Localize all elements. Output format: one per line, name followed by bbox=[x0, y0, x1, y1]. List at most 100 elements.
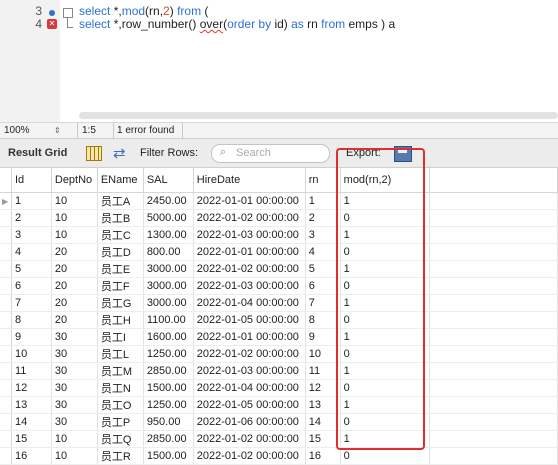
table-cell[interactable]: 2850.00 bbox=[143, 362, 194, 380]
table-cell[interactable]: 员工R bbox=[97, 447, 144, 465]
row-marker[interactable] bbox=[0, 209, 13, 227]
table-cell[interactable]: 0 bbox=[340, 209, 431, 227]
table-cell[interactable]: 1250.00 bbox=[143, 345, 194, 363]
table-cell[interactable]: 8 bbox=[11, 311, 52, 329]
table-cell[interactable]: 5 bbox=[11, 260, 52, 278]
table-cell[interactable]: 1 bbox=[340, 328, 431, 346]
row-marker[interactable] bbox=[0, 430, 13, 448]
table-cell[interactable]: 20 bbox=[51, 311, 98, 329]
table-cell[interactable]: 员工I bbox=[97, 328, 144, 346]
row-marker[interactable] bbox=[0, 447, 13, 465]
table-cell[interactable]: 16 bbox=[305, 447, 341, 465]
column-header[interactable]: SAL bbox=[143, 168, 194, 193]
column-header[interactable]: mod(rn,2) bbox=[340, 168, 431, 193]
table-cell[interactable]: 20 bbox=[51, 243, 98, 261]
row-marker[interactable] bbox=[0, 362, 13, 380]
row-marker[interactable] bbox=[0, 413, 13, 431]
table-cell[interactable]: 950.00 bbox=[143, 413, 194, 431]
row-marker[interactable] bbox=[0, 243, 13, 261]
table-cell[interactable]: 1 bbox=[340, 362, 431, 380]
row-marker[interactable] bbox=[0, 277, 13, 295]
table-cell[interactable]: 1250.00 bbox=[143, 396, 194, 414]
code-line-3[interactable]: select *,mod(rn,2) from ( bbox=[79, 4, 208, 18]
table-cell[interactable]: 2022-01-03 00:00:00 bbox=[193, 362, 306, 380]
table-cell[interactable]: 0 bbox=[340, 243, 431, 261]
table-cell[interactable]: 1 bbox=[340, 226, 431, 244]
table-cell[interactable]: 2022-01-02 00:00:00 bbox=[193, 209, 306, 227]
table-cell[interactable]: 14 bbox=[305, 413, 341, 431]
table-cell[interactable]: 员工N bbox=[97, 379, 144, 397]
table-cell[interactable]: 0 bbox=[340, 379, 431, 397]
table-cell[interactable]: 10 bbox=[51, 209, 98, 227]
table-cell[interactable]: 2450.00 bbox=[143, 192, 194, 210]
table-cell[interactable]: 1 bbox=[340, 294, 431, 312]
filter-search-box[interactable]: ⌕ bbox=[211, 144, 330, 163]
table-cell[interactable]: 12 bbox=[305, 379, 341, 397]
table-row[interactable]: 8 20 员工H 1100.00 2022-01-05 00:00:00 8 0 bbox=[0, 311, 558, 329]
table-cell[interactable]: 1 bbox=[305, 192, 341, 210]
table-cell[interactable]: 20 bbox=[51, 294, 98, 312]
table-row[interactable]: 15 10 员工Q 2850.00 2022-01-02 00:00:00 15 1 bbox=[0, 430, 558, 448]
horizontal-scrollbar[interactable] bbox=[79, 112, 558, 119]
table-cell[interactable]: 员工L bbox=[97, 345, 144, 363]
table-row[interactable]: 10 30 员工L 1250.00 2022-01-02 00:00:00 10 0 bbox=[0, 345, 558, 363]
table-cell[interactable]: 12 bbox=[11, 379, 52, 397]
table-cell[interactable]: 员工G bbox=[97, 294, 144, 312]
table-cell[interactable]: 10 bbox=[51, 430, 98, 448]
table-cell[interactable]: 10 bbox=[305, 345, 341, 363]
table-cell[interactable]: 2022-01-01 00:00:00 bbox=[193, 243, 306, 261]
table-cell[interactable]: 1 bbox=[340, 192, 431, 210]
table-cell[interactable]: 3 bbox=[305, 226, 341, 244]
result-grid[interactable]: Id DeptNo EName SAL HireDate rn mod(rn,2… bbox=[0, 168, 558, 465]
table-cell[interactable]: 1600.00 bbox=[143, 328, 194, 346]
table-cell[interactable]: 0 bbox=[340, 447, 431, 465]
table-cell[interactable]: 员工A bbox=[97, 192, 144, 210]
table-cell[interactable]: 2022-01-02 00:00:00 bbox=[193, 430, 306, 448]
column-header[interactable]: EName bbox=[97, 168, 144, 193]
table-cell[interactable]: 员工Q bbox=[97, 430, 144, 448]
table-cell[interactable]: 1 bbox=[340, 430, 431, 448]
table-cell[interactable]: 2022-01-03 00:00:00 bbox=[193, 226, 306, 244]
table-cell[interactable]: 2022-01-02 00:00:00 bbox=[193, 447, 306, 465]
table-cell[interactable]: 30 bbox=[51, 396, 98, 414]
table-row[interactable]: 3 10 员工C 1300.00 2022-01-03 00:00:00 3 1 bbox=[0, 226, 558, 244]
table-cell[interactable]: 2 bbox=[305, 209, 341, 227]
table-cell[interactable]: 13 bbox=[11, 396, 52, 414]
row-marker[interactable] bbox=[0, 226, 13, 244]
table-cell[interactable]: 2022-01-01 00:00:00 bbox=[193, 328, 306, 346]
table-cell[interactable]: 1500.00 bbox=[143, 379, 194, 397]
table-row[interactable]: 6 20 员工F 3000.00 2022-01-03 00:00:00 6 0 bbox=[0, 277, 558, 295]
error-x-icon[interactable]: ✕ bbox=[47, 19, 57, 29]
table-cell[interactable]: 9 bbox=[11, 328, 52, 346]
row-marker[interactable] bbox=[0, 294, 13, 312]
table-cell[interactable]: 3000.00 bbox=[143, 260, 194, 278]
table-cell[interactable]: 30 bbox=[51, 413, 98, 431]
table-cell[interactable]: 2022-01-02 00:00:00 bbox=[193, 260, 306, 278]
table-cell[interactable]: 16 bbox=[11, 447, 52, 465]
table-cell[interactable]: 3 bbox=[11, 226, 52, 244]
table-cell[interactable]: 20 bbox=[51, 277, 98, 295]
table-cell[interactable]: 2022-01-04 00:00:00 bbox=[193, 379, 306, 397]
row-marker[interactable]: ▶ bbox=[0, 192, 13, 210]
breakpoint-dot-icon[interactable] bbox=[49, 10, 55, 16]
table-cell[interactable]: 员工B bbox=[97, 209, 144, 227]
table-cell[interactable]: 2022-01-02 00:00:00 bbox=[193, 345, 306, 363]
table-cell[interactable]: 10 bbox=[51, 226, 98, 244]
table-cell[interactable]: 1 bbox=[340, 260, 431, 278]
table-row[interactable]: ▶ 1 10 员工A 2450.00 2022-01-01 00:00:00 1 1 bbox=[0, 192, 558, 210]
table-cell[interactable]: 10 bbox=[11, 345, 52, 363]
zoom-stepper-icon[interactable]: ⇕ bbox=[54, 124, 61, 137]
sql-editor[interactable]: 3 4 ✕ select *,mod(rn,2) from ( select *… bbox=[0, 0, 558, 123]
table-cell[interactable]: 30 bbox=[51, 328, 98, 346]
refresh-icon[interactable]: ⇄ bbox=[113, 144, 126, 162]
table-cell[interactable]: 8 bbox=[305, 311, 341, 329]
table-cell[interactable]: 800.00 bbox=[143, 243, 194, 261]
table-cell[interactable]: 3000.00 bbox=[143, 294, 194, 312]
table-cell[interactable]: 2022-01-04 00:00:00 bbox=[193, 294, 306, 312]
table-row[interactable]: 12 30 员工N 1500.00 2022-01-04 00:00:00 12 0 bbox=[0, 379, 558, 397]
table-cell[interactable]: 6 bbox=[305, 277, 341, 295]
table-cell[interactable]: 20 bbox=[51, 260, 98, 278]
table-cell[interactable]: 10 bbox=[51, 192, 98, 210]
table-cell[interactable]: 2850.00 bbox=[143, 430, 194, 448]
table-cell[interactable]: 2022-01-05 00:00:00 bbox=[193, 396, 306, 414]
